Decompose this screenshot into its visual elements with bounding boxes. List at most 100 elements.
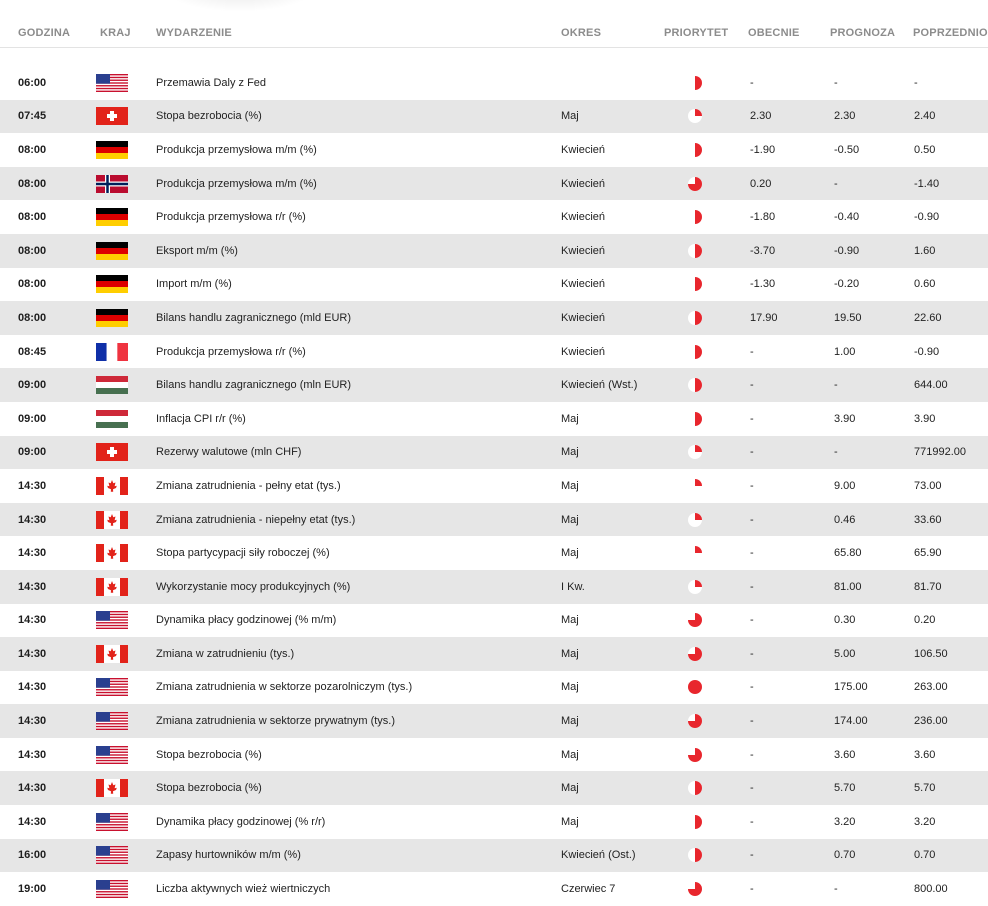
priority-icon [688,411,702,426]
forecast-value: 175.00 [834,681,868,694]
event-time: 06:00 [18,76,47,89]
forecast-value: 3.90 [834,412,856,425]
event-period: Kwiecień [561,311,606,324]
column-header-current[interactable]: OBECNIE [748,27,800,39]
event-name[interactable]: Przemawia Daly z Fed [156,77,266,89]
current-value: - [750,681,754,694]
table-row[interactable]: 14:30 Zmiana zatrudnienia - pełny etat (t… [0,469,988,503]
previous-value: 73.00 [914,479,942,492]
event-name[interactable]: Zmiana zatrudnienia - niepełny etat (tys… [156,514,355,526]
column-header-country[interactable]: KRAJ [100,27,131,39]
event-name[interactable]: Wykorzystanie mocy produkcyjnych (%) [156,581,350,593]
table-row[interactable]: 14:30 Stopa partycypacji siły roboczej (%… [0,536,988,570]
table-row[interactable]: 19:00 Liczba aktywnych wież wiertniczych C… [0,872,988,906]
event-time: 14:30 [18,547,47,560]
table-row[interactable]: 14:30 Dynamika płacy godzinowej (% r/r) Ma… [0,805,988,839]
column-header-event[interactable]: WYDARZENIE [156,27,232,39]
table-row[interactable]: 14:30 Zmiana zatrudnienia w sektorze poza… [0,671,988,705]
priority-icon [688,747,702,762]
event-name[interactable]: Zmiana zatrudnienia - pełny etat (tys.) [156,480,341,492]
column-header-time[interactable]: GODZINA [18,27,70,39]
event-name[interactable]: Dynamika płacy godzinowej (% m/m) [156,614,336,626]
event-period: I Kw. [561,580,585,593]
table-row[interactable]: 06:00 Przemawia Daly z Fed - - - [0,66,988,100]
table-row[interactable]: 14:30 Zmiana zatrudnienia w sektorze pryw… [0,704,988,738]
column-header-forecast[interactable]: PROGNOZA [830,27,895,39]
event-period: Maj [561,412,579,425]
event-name[interactable]: Stopa partycypacji siły roboczej (%) [156,547,330,559]
event-time: 09:00 [18,446,47,459]
previous-value: -0.90 [914,345,940,358]
event-name[interactable]: Bilans handlu zagranicznego (mln EUR) [156,379,351,391]
table-row[interactable]: 08:00 Produkcja przemysłowa m/m (%) Kwieci… [0,166,988,201]
event-name[interactable]: Zapasy hurtowników m/m (%) [156,849,301,861]
event-name[interactable]: Import m/m (%) [156,278,232,290]
event-name[interactable]: Produkcja przemysłowa m/m (%) [156,144,317,156]
previous-value: - [914,76,918,89]
table-row[interactable]: 14:30 Stopa bezrobocia (%) Maj - 5.70 5.70 [0,771,988,806]
table-row[interactable]: 08:00 Import m/m (%) Kwiecień -1.30 -0.20 0.6… [0,268,988,302]
current-value: - [750,345,754,358]
column-header-previous[interactable]: POPRZEDNIO [913,27,988,39]
event-name[interactable]: Inflacja CPI r/r (%) [156,413,246,425]
table-row[interactable]: 14:30 Wykorzystanie mocy produkcyjnych (%… [0,569,988,604]
event-table-body: 06:00 Przemawia Daly z Fed - - - 07:45 Stopa b… [0,66,988,906]
column-header-period[interactable]: OKRES [561,27,601,39]
event-name[interactable]: Zmiana zatrudnienia w sektorze prywatnym… [156,715,395,727]
table-row[interactable]: 16:00 Zapasy hurtowników m/m (%) Kwiecień … [0,838,988,873]
event-period: Kwiecień [561,278,606,291]
table-row[interactable]: 09:00 Inflacja CPI r/r (%) Maj - 3.90 3.90 [0,402,988,436]
priority-icon [688,344,702,359]
country-flag-icon [96,846,128,865]
event-name[interactable]: Stopa bezrobocia (%) [156,749,262,761]
table-row[interactable]: 08:00 Bilans handlu zagranicznego (mld EU… [0,301,988,335]
event-name[interactable]: Zmiana w zatrudnieniu (tys.) [156,648,294,660]
current-value: -1.90 [750,143,776,156]
current-value: - [750,782,754,795]
event-name[interactable]: Zmiana zatrudnienia w sektorze pozarolni… [156,681,412,693]
event-name[interactable]: Produkcja przemysłowa r/r (%) [156,346,306,358]
event-name[interactable]: Bilans handlu zagranicznego (mld EUR) [156,312,351,324]
event-name[interactable]: Produkcja przemysłowa m/m (%) [156,178,317,190]
event-name[interactable]: Liczba aktywnych wież wiertniczych [156,883,330,895]
table-row[interactable]: 08:00 Produkcja przemysłowa m/m (%) Kwieci… [0,133,988,167]
priority-icon [688,176,702,191]
table-row[interactable]: 14:30 Stopa bezrobocia (%) Maj - 3.60 3.60 [0,738,988,772]
event-time: 08:00 [18,177,47,190]
event-time: 14:30 [18,614,47,627]
table-row[interactable]: 08:45 Produkcja przemysłowa r/r (%) Kwieci… [0,335,988,369]
forecast-value: 0.70 [834,849,856,862]
event-name[interactable]: Produkcja przemysłowa r/r (%) [156,211,306,223]
priority-icon [688,277,702,292]
event-name[interactable]: Stopa bezrobocia (%) [156,110,262,122]
previous-value: 0.20 [914,614,936,627]
event-period: Kwiecień [561,211,606,224]
event-period: Maj [561,647,579,660]
forecast-value: - [834,446,838,459]
event-time: 07:45 [18,110,47,123]
event-time: 19:00 [18,883,47,896]
column-header-priority[interactable]: PRIORYTET [664,27,728,39]
country-flag-icon [96,275,128,294]
table-row[interactable]: 14:30 Zmiana zatrudnienia - niepełny etat… [0,502,988,537]
table-row[interactable]: 07:45 Stopa bezrobocia (%) Maj 2.30 2.30 2.40 [0,99,988,134]
event-period: Kwiecień (Ost.) [561,849,636,862]
event-name[interactable]: Dynamika płacy godzinowej (% r/r) [156,816,325,828]
priority-icon [688,714,702,729]
event-time: 08:45 [18,345,47,358]
current-value: - [750,76,754,89]
event-name[interactable]: Rezerwy walutowe (mln CHF) [156,446,301,458]
event-period: Maj [561,715,579,728]
table-row[interactable]: 09:00 Rezerwy walutowe (mln CHF) Maj - - 7719… [0,435,988,470]
event-name[interactable]: Stopa bezrobocia (%) [156,782,262,794]
previous-value: 106.50 [914,647,948,660]
priority-icon [688,243,702,258]
table-row[interactable]: 08:00 Produkcja przemysłowa r/r (%) Kwieci… [0,200,988,234]
table-row[interactable]: 08:00 Eksport m/m (%) Kwiecień -3.70 -0.90 1.… [0,233,988,268]
table-row[interactable]: 14:30 Zmiana w zatrudnieniu (tys.) Maj - 5.0… [0,637,988,671]
previous-value: 81.70 [914,580,942,593]
table-row[interactable]: 14:30 Dynamika płacy godzinowej (% m/m) Ma… [0,604,988,638]
previous-value: 263.00 [914,681,948,694]
table-row[interactable]: 09:00 Bilans handlu zagranicznego (mln EU… [0,368,988,402]
event-name[interactable]: Eksport m/m (%) [156,245,238,257]
